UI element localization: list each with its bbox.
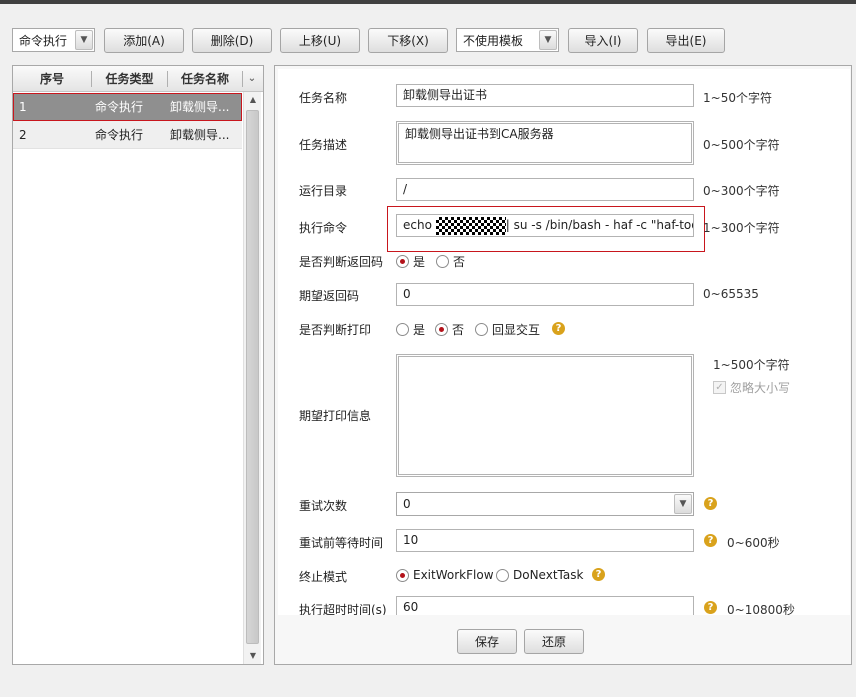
help-icon[interactable]: ? (704, 534, 717, 547)
scroll-down-icon[interactable]: ▼ (244, 648, 262, 664)
help-icon[interactable]: ? (552, 322, 565, 335)
radio-selected-icon[interactable] (396, 568, 409, 582)
row-type: 命令执行 (95, 100, 144, 114)
help-icon[interactable]: ? (704, 497, 717, 510)
task-desc-label: 任务描述 (299, 138, 348, 152)
retry-count-value: 0 (403, 497, 411, 511)
task-desc-hint: 0~500个字符 (703, 138, 780, 152)
column-header-index[interactable]: 序号 (13, 66, 91, 92)
row-type: 命令执行 (95, 128, 144, 142)
radio-label: 回显交互 (492, 323, 541, 337)
run-dir-hint: 0~300个字符 (703, 184, 780, 198)
table-row[interactable]: 2 命令执行 卸载侧导... (13, 121, 242, 149)
radio-label: 是 (413, 323, 426, 337)
task-list-header: 序号 任务类型 任务名称 ⌄ (13, 66, 263, 92)
radio-icon[interactable] (496, 568, 509, 582)
export-button[interactable]: 导出(E) (647, 28, 725, 53)
task-desc-textarea[interactable]: 卸载侧导出证书到CA服务器 (396, 121, 694, 165)
radio-icon[interactable] (396, 323, 409, 336)
help-icon[interactable]: ? (704, 601, 717, 614)
retry-count-select[interactable]: 0 ▼ (396, 492, 694, 516)
help-icon[interactable]: ? (592, 568, 605, 581)
retry-wait-label: 重试前等待时间 (299, 536, 384, 550)
task-name-label: 任务名称 (299, 91, 348, 105)
table-row[interactable]: 1 命令执行 卸载侧导... (13, 93, 242, 121)
task-detail-panel: 任务名称 卸载侧导出证书 1~50个字符 任务描述 卸载侧导出证书到CA服务器 … (274, 65, 852, 665)
column-header-name[interactable]: 任务名称 (168, 66, 242, 92)
command-input[interactable]: echo | su -s /bin/bash - haf -c "haf-too… (396, 214, 694, 237)
redacted-mask (435, 216, 506, 235)
radio-icon[interactable] (475, 323, 488, 336)
retry-count-label: 重试次数 (299, 499, 348, 513)
run-dir-label: 运行目录 (299, 184, 348, 198)
expected-return-label: 期望返回码 (299, 289, 360, 303)
retry-wait-hint: 0~600秒 (727, 536, 780, 550)
checkbox-icon[interactable]: ✓ (713, 381, 726, 394)
check-print-yes-radio[interactable]: 是 (396, 321, 425, 338)
task-name-hint: 1~50个字符 (703, 91, 772, 105)
check-print-label: 是否判断打印 (299, 323, 372, 337)
task-type-value: 命令执行 (19, 33, 68, 48)
check-print-echo-radio[interactable]: 回显交互 (475, 321, 540, 338)
timeout-label: 执行超时时间(s) (299, 603, 387, 615)
column-header-type[interactable]: 任务类型 (92, 66, 167, 92)
expected-print-textarea[interactable] (396, 354, 694, 477)
check-print-no-radio[interactable]: 否 (435, 321, 464, 338)
command-hint: 1~300个字符 (703, 221, 780, 235)
column-divider[interactable] (242, 71, 243, 87)
command-label: 执行命令 (299, 221, 348, 235)
chevron-down-icon[interactable]: ▼ (539, 30, 557, 50)
row-name: 卸载侧导... (170, 128, 230, 142)
stop-mode-label: 终止模式 (299, 570, 348, 584)
command-suffix: | su -s /bin/bash - haf -c "haf-tool ce (505, 218, 693, 232)
retry-wait-input[interactable]: 10 (396, 529, 694, 552)
task-name-input[interactable]: 卸载侧导出证书 (396, 84, 694, 107)
checkbox-label: 忽略大小写 (730, 381, 791, 395)
delete-button[interactable]: 删除(D) (192, 28, 272, 53)
window-top-bar (0, 0, 856, 4)
scrollbar-thumb[interactable] (246, 110, 259, 644)
timeout-input[interactable]: 60 (396, 596, 694, 615)
check-return-label: 是否判断返回码 (299, 255, 384, 269)
radio-selected-icon[interactable] (396, 255, 409, 268)
add-button[interactable]: 添加(A) (104, 28, 184, 53)
expected-print-hint: 1~500个字符 (713, 358, 790, 372)
timeout-hint: 0~10800秒 (727, 603, 795, 615)
radio-icon[interactable] (436, 255, 449, 268)
expected-return-hint: 0~65535 (703, 287, 759, 301)
chevron-down-icon[interactable]: ▼ (75, 30, 93, 50)
row-index: 2 (19, 128, 27, 142)
ignore-case-checkbox[interactable]: ✓ 忽略大小写 (713, 379, 790, 396)
task-list-panel: 序号 任务类型 任务名称 ⌄ 1 命令执行 卸载侧导... 2 命令执行 卸载侧… (12, 65, 264, 665)
save-button[interactable]: 保存 (457, 629, 517, 654)
template-select[interactable]: 不使用模板 ▼ (456, 28, 559, 52)
radio-label: ExitWorkFlow (413, 568, 494, 582)
move-up-button[interactable]: 上移(U) (280, 28, 360, 53)
task-form: 任务名称 卸载侧导出证书 1~50个字符 任务描述 卸载侧导出证书到CA服务器 … (278, 69, 850, 615)
radio-label: DoNextTask (513, 568, 584, 582)
reset-button[interactable]: 还原 (524, 629, 584, 654)
radio-label: 否 (453, 255, 466, 269)
radio-label: 是 (413, 255, 426, 269)
stop-mode-exit-radio[interactable]: ExitWorkFlow (396, 568, 494, 582)
template-value: 不使用模板 (463, 33, 524, 48)
radio-selected-icon[interactable] (435, 323, 448, 336)
column-menu-icon[interactable]: ⌄ (244, 69, 260, 89)
command-prefix: echo (403, 218, 436, 232)
check-return-yes-radio[interactable]: 是 (396, 253, 425, 270)
task-list-scrollbar[interactable]: ▲ ▼ (243, 92, 261, 664)
scroll-up-icon[interactable]: ▲ (244, 92, 262, 108)
run-dir-input[interactable]: / (396, 178, 694, 201)
task-type-select[interactable]: 命令执行 ▼ (12, 28, 95, 52)
chevron-down-icon[interactable]: ▼ (674, 494, 692, 514)
stop-mode-next-radio[interactable]: DoNextTask (496, 568, 583, 582)
row-index: 1 (19, 100, 27, 114)
expected-return-input[interactable]: 0 (396, 283, 694, 306)
move-down-button[interactable]: 下移(X) (368, 28, 448, 53)
radio-label: 否 (452, 323, 465, 337)
check-return-no-radio[interactable]: 否 (436, 253, 465, 270)
expected-print-label: 期望打印信息 (299, 409, 372, 423)
import-button[interactable]: 导入(I) (568, 28, 638, 53)
row-name: 卸载侧导... (170, 100, 230, 114)
